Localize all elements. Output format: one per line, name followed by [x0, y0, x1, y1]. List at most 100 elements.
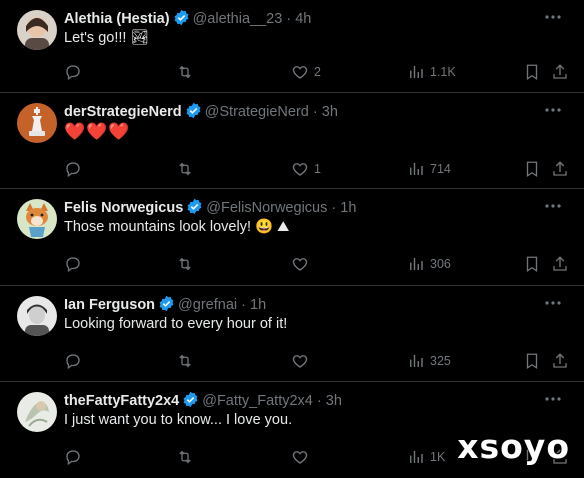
avatar[interactable]	[17, 199, 57, 239]
avatar[interactable]	[17, 392, 57, 432]
like-button[interactable]	[291, 351, 314, 371]
display-name[interactable]: derStrategieNerd	[64, 104, 182, 120]
like-button[interactable]	[291, 254, 314, 274]
more-options-icon[interactable]	[544, 392, 562, 406]
bookmark-icon	[526, 353, 538, 370]
bookmark-button[interactable]	[523, 159, 541, 179]
handle[interactable]: @grefnai	[178, 297, 237, 313]
reply-button[interactable]	[64, 159, 87, 179]
bookmark-button[interactable]	[523, 254, 541, 274]
bookmark-icon	[526, 256, 538, 273]
heart-icon	[292, 451, 308, 464]
heart-icon	[292, 66, 308, 79]
tweet-text: I just want you to know... I love you.	[64, 412, 293, 428]
views-button[interactable]: 325	[407, 351, 451, 371]
avatar[interactable]	[17, 10, 57, 50]
reply-button[interactable]	[64, 62, 87, 82]
handle[interactable]: @Fatty_Fatty2x4	[202, 393, 313, 409]
tweet-header: theFattyFatty2x4 @Fatty_Fatty2x4 · 3h	[64, 391, 342, 410]
timestamp[interactable]: 3h	[322, 104, 338, 120]
reply-button[interactable]	[64, 447, 87, 467]
tweet-card[interactable]: derStrategieNerd @StrategieNerd · 3h ❤️❤️…	[0, 93, 584, 189]
timestamp[interactable]: 4h	[295, 11, 311, 27]
reply-icon	[66, 257, 80, 273]
like-button[interactable]: 1	[291, 159, 321, 179]
like-button[interactable]	[291, 447, 314, 467]
display-name[interactable]: Felis Norwegicus	[64, 200, 183, 216]
tweet-actions: 1 714	[64, 159, 574, 179]
watermark-logo: xsoyo	[457, 427, 570, 466]
timestamp[interactable]: 3h	[326, 393, 342, 409]
separator-dot: ·	[312, 104, 318, 120]
share-button[interactable]	[551, 254, 569, 274]
reply-icon	[66, 450, 80, 466]
share-button[interactable]	[551, 351, 569, 371]
more-options-icon[interactable]	[544, 296, 562, 310]
retweet-icon	[179, 354, 191, 368]
share-icon	[553, 161, 567, 176]
tweet-text: Let's go!!! 🏞	[64, 30, 149, 46]
avatar[interactable]	[17, 103, 57, 143]
share-button[interactable]	[551, 62, 569, 82]
handle[interactable]: @FelisNorwegicus	[206, 200, 327, 216]
handle[interactable]: @StrategieNerd	[205, 104, 309, 120]
bookmark-button[interactable]	[523, 351, 541, 371]
tweet-header: Ian Ferguson @grefnai · 1h	[64, 295, 266, 314]
more-options-icon[interactable]	[544, 199, 562, 213]
view-count: 306	[430, 257, 451, 271]
timestamp[interactable]: 1h	[250, 297, 266, 313]
tweet-header: derStrategieNerd @StrategieNerd · 3h	[64, 102, 338, 121]
analytics-icon	[410, 163, 423, 175]
analytics-icon	[410, 66, 423, 78]
retweet-button[interactable]	[176, 159, 199, 179]
display-name[interactable]: Alethia (Hestia)	[64, 11, 170, 27]
tweet-text: ❤️❤️❤️	[64, 122, 131, 141]
verified-badge-icon	[174, 9, 189, 26]
share-icon	[553, 64, 567, 79]
reply-button[interactable]	[64, 254, 87, 274]
retweet-button[interactable]	[176, 351, 199, 371]
tweet-card[interactable]: Ian Ferguson @grefnai · 1h Looking forwar…	[0, 286, 584, 382]
display-name[interactable]: Ian Ferguson	[64, 297, 155, 313]
tweet-card[interactable]: Alethia (Hestia) @alethia__23 · 4h Let's …	[0, 0, 584, 93]
tweet-actions: 2 1.1K	[64, 62, 574, 82]
reply-icon	[66, 354, 80, 370]
tweet-text: Looking forward to every hour of it!	[64, 316, 288, 332]
views-button[interactable]: 714	[407, 159, 451, 179]
avatar[interactable]	[17, 296, 57, 336]
landscape-emoji: 🏞	[130, 30, 149, 46]
tweet-card[interactable]: Felis Norwegicus @FelisNorwegicus · 1h Th…	[0, 189, 584, 286]
retweet-button[interactable]	[176, 62, 199, 82]
bookmark-button[interactable]	[523, 62, 541, 82]
verified-badge-icon	[183, 391, 198, 408]
like-count: 2	[314, 65, 321, 79]
handle[interactable]: @alethia__23	[193, 11, 283, 27]
bookmark-icon	[526, 64, 538, 81]
retweet-button[interactable]	[176, 254, 199, 274]
retweet-icon	[179, 162, 191, 176]
retweet-icon	[179, 257, 191, 271]
views-button[interactable]: 1K	[407, 447, 445, 467]
share-icon	[553, 256, 567, 271]
verified-badge-icon	[186, 102, 201, 119]
views-button[interactable]: 1.1K	[407, 62, 456, 82]
view-count: 1K	[430, 450, 446, 464]
retweet-icon	[179, 65, 191, 79]
reply-button[interactable]	[64, 351, 87, 371]
verified-badge-icon	[187, 198, 202, 215]
more-options-icon[interactable]	[544, 10, 562, 24]
separator-dot: ·	[331, 200, 337, 216]
analytics-icon	[410, 451, 423, 463]
tweet-actions: 325	[64, 351, 574, 371]
more-options-icon[interactable]	[544, 103, 562, 117]
display-name[interactable]: theFattyFatty2x4	[64, 393, 179, 409]
retweet-button[interactable]	[176, 447, 199, 467]
share-button[interactable]	[551, 159, 569, 179]
views-button[interactable]: 306	[407, 254, 451, 274]
view-count: 1.1K	[430, 65, 456, 79]
view-count: 325	[430, 354, 451, 368]
like-button[interactable]: 2	[291, 62, 321, 82]
heart-icon	[292, 258, 308, 271]
verified-badge-icon	[159, 295, 174, 312]
timestamp[interactable]: 1h	[340, 200, 356, 216]
